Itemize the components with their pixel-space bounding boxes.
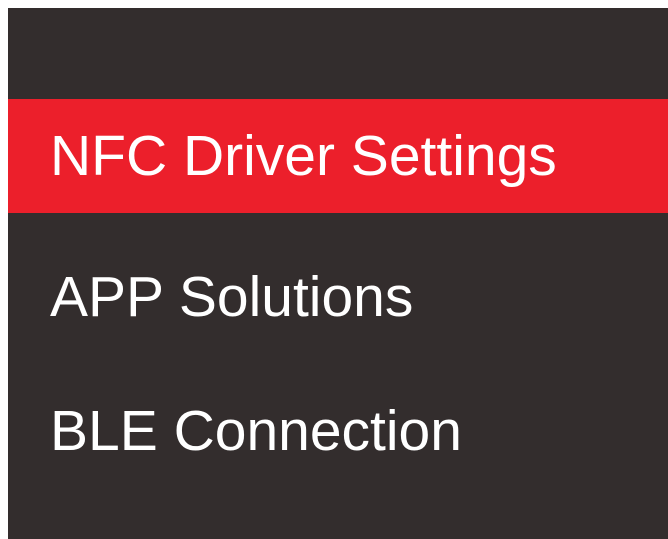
menu-item-label: NFC Driver Settings xyxy=(50,123,557,188)
settings-menu: NFC Driver Settings APP Solutions BLE Co… xyxy=(8,8,668,539)
menu-item-ble-connection[interactable]: BLE Connection xyxy=(8,374,668,488)
menu-item-nfc-driver-settings[interactable]: NFC Driver Settings xyxy=(8,99,668,213)
menu-item-label: APP Solutions xyxy=(50,264,414,329)
menu-item-app-solutions[interactable]: APP Solutions xyxy=(8,240,668,354)
menu-item-label: BLE Connection xyxy=(50,398,462,463)
